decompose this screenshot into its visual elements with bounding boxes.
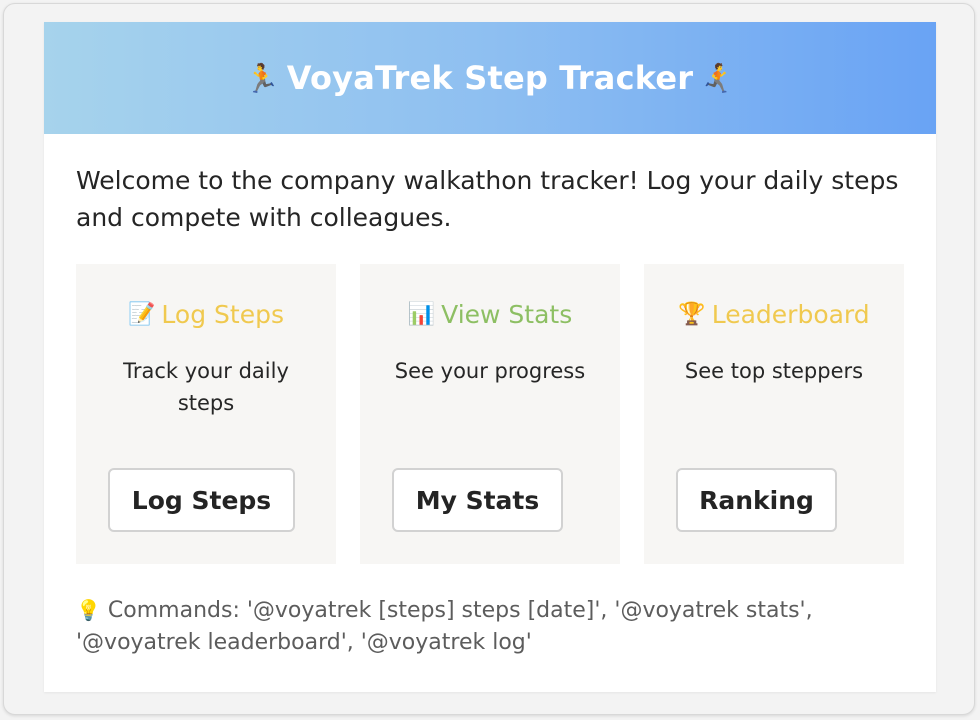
runner-icon: 🏃 bbox=[244, 61, 280, 95]
log-steps-button[interactable]: Log Steps bbox=[108, 468, 295, 532]
my-stats-button[interactable]: My Stats bbox=[392, 468, 563, 532]
tile-heading: 📝 Log Steps bbox=[76, 300, 336, 329]
header-banner: 🏃 VoyaTrek Step Tracker 🏃 bbox=[44, 22, 936, 134]
tile-description: Track your daily steps bbox=[123, 359, 289, 415]
tile-view-stats: 📊 View Stats See your progress My Stats bbox=[360, 264, 620, 564]
welcome-text: Welcome to the company walkathon tracker… bbox=[76, 166, 899, 232]
tile-heading: 📊 View Stats bbox=[360, 300, 620, 329]
trophy-icon: 🏆 bbox=[678, 302, 706, 327]
action-tiles: 📝 Log Steps Track your daily steps Log S… bbox=[76, 264, 904, 564]
tile-title: Log Steps bbox=[161, 300, 284, 329]
lightbulb-icon: 💡 bbox=[76, 598, 101, 622]
commands-text: Commands: '@voyatrek [steps] steps [date… bbox=[76, 598, 813, 655]
page-title: 🏃 VoyaTrek Step Tracker 🏃 bbox=[245, 59, 736, 97]
tile-description: See your progress bbox=[394, 359, 586, 383]
tile-title: Leaderboard bbox=[711, 300, 870, 329]
commands-hint: 💡 Commands: '@voyatrek [steps] steps [da… bbox=[76, 594, 906, 659]
tile-title: View Stats bbox=[441, 300, 573, 329]
title-text: VoyaTrek Step Tracker bbox=[286, 59, 694, 97]
bar-chart-icon: 📊 bbox=[407, 302, 436, 327]
tile-leaderboard: 🏆 Leaderboard See top steppers Ranking bbox=[644, 264, 904, 564]
tracker-card: 🏃 VoyaTrek Step Tracker 🏃 Welcome to the… bbox=[44, 22, 936, 692]
runner-icon: 🏃 bbox=[700, 61, 736, 95]
tile-description: See top steppers bbox=[684, 359, 864, 383]
memo-icon: 📝 bbox=[128, 302, 156, 327]
tile-log-steps: 📝 Log Steps Track your daily steps Log S… bbox=[76, 264, 336, 564]
tile-heading: 🏆 Leaderboard bbox=[644, 300, 904, 329]
ranking-button[interactable]: Ranking bbox=[676, 468, 837, 532]
